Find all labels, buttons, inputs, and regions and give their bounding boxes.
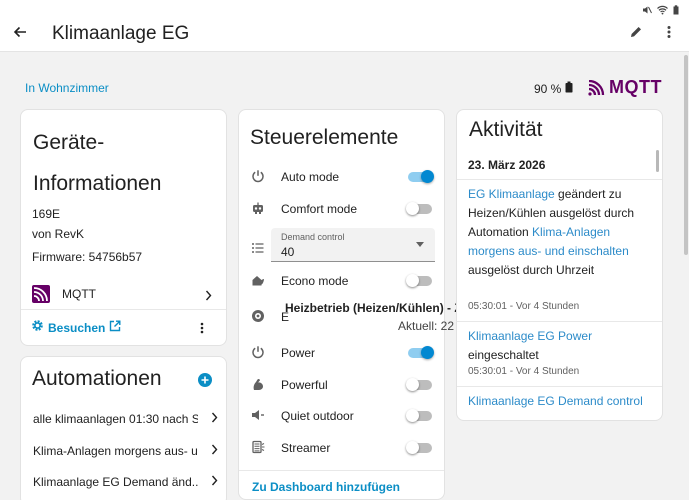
activity-date: 23. März 2026: [468, 158, 546, 172]
power-icon: [251, 169, 267, 185]
mqtt-icon: [32, 285, 50, 308]
automation-item[interactable]: Klima-Anlagen morgens aus- und e...: [33, 444, 218, 464]
activity-card: Aktivität 23. März 2026 EG Klimaanlage g…: [456, 109, 663, 421]
activity-entity-link[interactable]: Klimaanlage EG Demand control: [468, 394, 643, 408]
battery-icon: [565, 81, 573, 96]
fan-icon: [251, 309, 267, 325]
speaker-low-icon: [251, 408, 267, 424]
climate-mode-overlay: Heizbetrieb (Heizen/Kühlen) - Z: [285, 301, 462, 315]
activity-timestamp: 05:30:01 - Vor 4 Stunden: [468, 301, 580, 312]
device-info-card: Geräte-Informationen 169E von RevK Firmw…: [20, 109, 227, 346]
control-row-econo-mode[interactable]: Econo mode: [239, 268, 444, 296]
integration-label: MQTT: [62, 287, 96, 301]
divider: [457, 321, 662, 322]
activity-entry: Klimaanlage EG Power eingeschaltet: [468, 329, 593, 362]
automations-title: Automationen: [32, 367, 162, 390]
air-purifier-icon: [251, 440, 267, 456]
more-vert-icon[interactable]: [200, 321, 204, 339]
power-icon: [251, 345, 267, 361]
area-link[interactable]: In Wohnzimmer: [25, 81, 109, 95]
divider: [239, 470, 444, 471]
climate-current-overlay: Aktuell: 22: [398, 319, 455, 333]
chevron-right-icon: [205, 288, 212, 306]
quiet-outdoor-toggle[interactable]: [406, 409, 432, 422]
mqtt-brand-logo: MQTT: [588, 77, 662, 98]
add-to-dashboard-button[interactable]: Zu Dashboard hinzufügen: [252, 480, 400, 494]
activity-entry: EG Klimaanlage geändert zu Heizen/Kühlen…: [468, 187, 635, 277]
control-row-streamer[interactable]: Streamer: [239, 435, 444, 463]
dropdown-arrow-icon: [416, 242, 424, 247]
chevron-right-icon: [211, 444, 218, 458]
control-row-power[interactable]: Power: [239, 340, 444, 368]
streamer-toggle[interactable]: [406, 441, 432, 454]
activity-entity-link[interactable]: EG Klimaanlage: [468, 187, 555, 201]
device-firmware: Firmware: 54756b57: [32, 250, 143, 264]
automation-item[interactable]: alle klimaanlagen 01:30 nach Süd...: [33, 412, 218, 432]
control-row-powerful[interactable]: Powerful: [239, 372, 444, 400]
activity-entity-link[interactable]: Klimaanlage EG Power: [468, 329, 592, 343]
chevron-right-icon: [211, 475, 218, 489]
edit-pencil-icon[interactable]: [629, 25, 643, 44]
activity-title: Aktivität: [469, 118, 543, 141]
divider: [457, 179, 662, 180]
chevron-right-icon: [211, 412, 218, 426]
visit-button[interactable]: Besuchen: [31, 319, 121, 337]
activity-entry: Klimaanlage EG Demand control: [468, 392, 653, 411]
divider: [21, 309, 226, 310]
list-icon: [251, 241, 267, 257]
app-bar: Klimaanlage EG: [0, 16, 689, 52]
mqtt-logo-text: MQTT: [609, 77, 662, 97]
status-bar: [0, 0, 689, 16]
page-title: Klimaanlage EG: [52, 23, 190, 44]
divider: [457, 386, 662, 387]
econo-mode-toggle[interactable]: [406, 274, 432, 287]
integration-row-mqtt[interactable]: MQTT: [21, 278, 226, 310]
powerful-toggle[interactable]: [406, 378, 432, 391]
add-automation-icon[interactable]: [198, 373, 212, 392]
gear-icon: [31, 319, 44, 337]
activity-scrollbar[interactable]: [656, 150, 659, 172]
control-row-auto-mode[interactable]: Auto mode: [239, 164, 444, 192]
home-leaf-icon: [251, 273, 267, 289]
robot-icon: [251, 201, 267, 217]
controls-title: Steuerelemente: [250, 126, 399, 149]
device-card-title: Geräte-Informationen: [33, 131, 162, 195]
auto-mode-toggle[interactable]: [408, 170, 434, 183]
arm-flex-icon: [251, 377, 267, 393]
visit-label: Besuchen: [48, 321, 106, 335]
device-model: 169E: [32, 207, 61, 221]
battery-value: 90 %: [534, 81, 562, 96]
automation-item[interactable]: Klimaanlage EG Demand änd...: [33, 475, 218, 495]
demand-control-select[interactable]: Demand control 40: [271, 228, 435, 262]
page-scrollbar[interactable]: [684, 55, 688, 255]
control-row-quiet-outdoor[interactable]: Quiet outdoor: [239, 403, 444, 431]
device-manufacturer: von RevK: [32, 227, 85, 241]
back-arrow-icon[interactable]: [12, 24, 28, 45]
control-row-comfort-mode[interactable]: Comfort mode: [239, 196, 444, 224]
battery-indicator: 90 %: [534, 81, 573, 96]
open-in-new-icon: [109, 319, 121, 337]
activity-timestamp: 05:30:01 - Vor 4 Stunden: [468, 366, 580, 377]
power-toggle[interactable]: [408, 346, 434, 359]
automations-card: Automationen alle klimaanlagen 01:30 nac…: [20, 356, 227, 500]
more-vert-icon[interactable]: [667, 25, 671, 44]
comfort-mode-toggle[interactable]: [406, 202, 432, 215]
